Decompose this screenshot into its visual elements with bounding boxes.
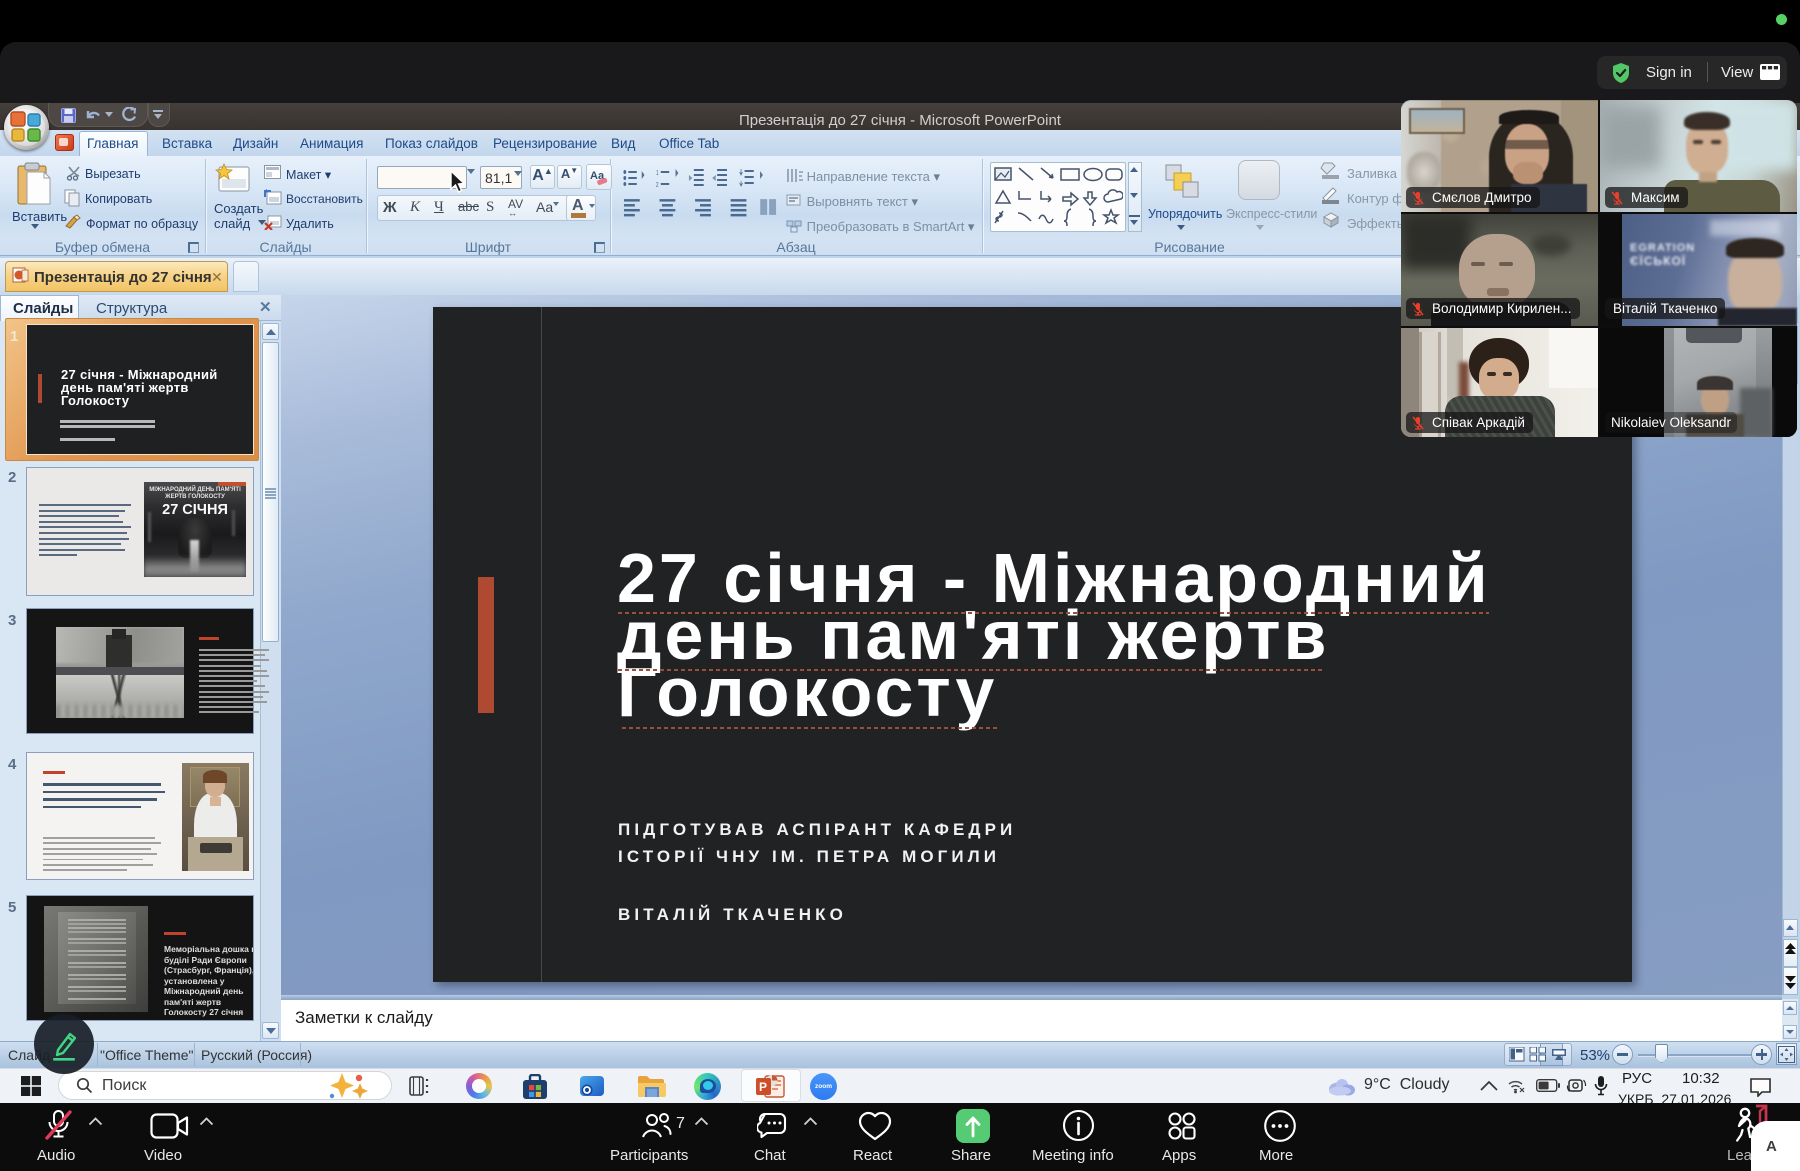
svg-text:1: 1 <box>656 170 659 177</box>
svg-text:2: 2 <box>656 182 659 189</box>
svg-text:P: P <box>759 1080 767 1094</box>
